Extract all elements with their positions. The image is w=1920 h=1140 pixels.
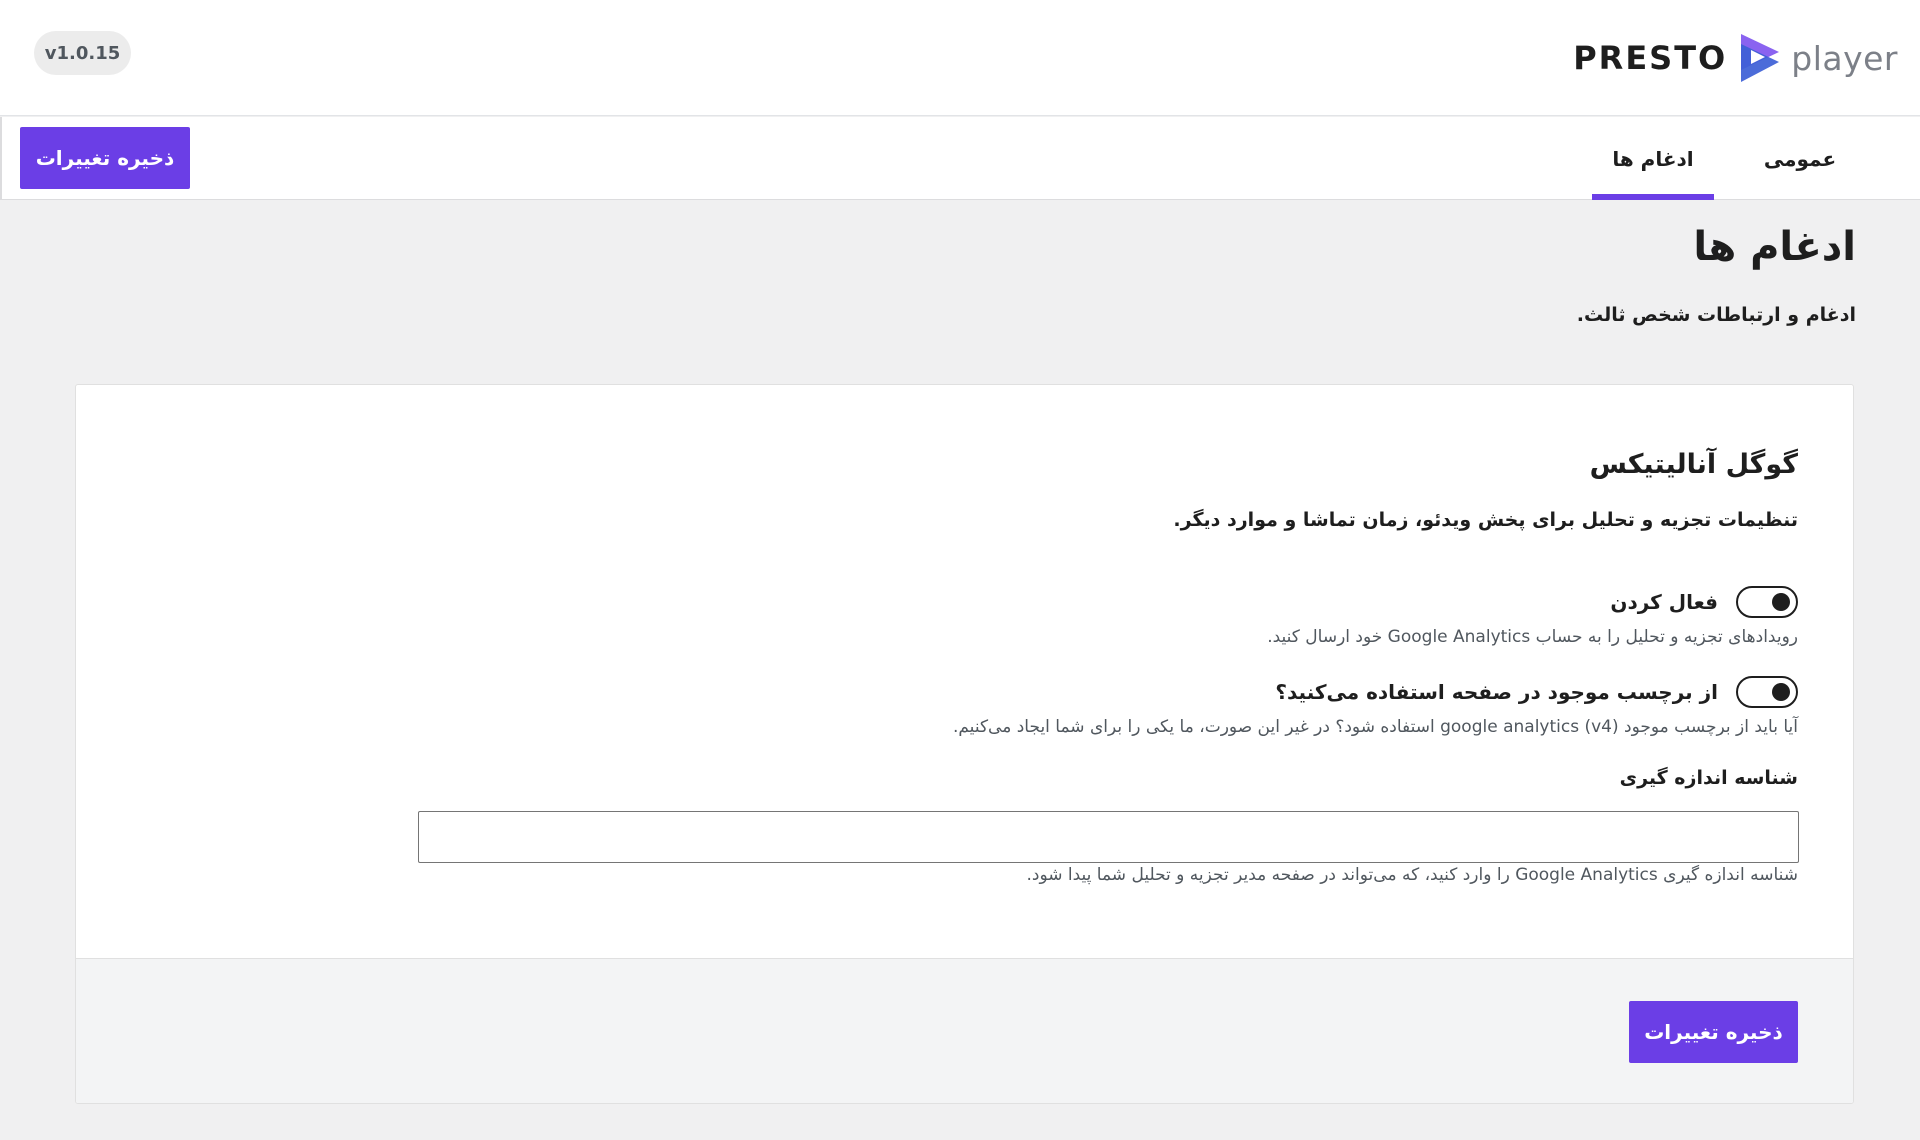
google-analytics-card: گوگل آنالیتیکس تنظیمات تجزیه و تحلیل برا… xyxy=(75,384,1854,1104)
save-changes-button-top[interactable]: ذخیره تغییرات xyxy=(20,127,190,189)
presto-player-logo: PRESTO player xyxy=(1573,30,1898,86)
page-subtitle: ادغام و ارتباطات شخص ثالث. xyxy=(1576,304,1856,326)
logo-text-player: player xyxy=(1791,38,1898,78)
section-description: تنظیمات تجزیه و تحلیل برای پخش ویدئو، زم… xyxy=(1173,509,1798,531)
tab-integrations[interactable]: ادغام ها xyxy=(1592,117,1714,200)
measurement-id-label: شناسه اندازه گیری xyxy=(1619,767,1798,789)
save-changes-button-bottom[interactable]: ذخیره تغییرات xyxy=(1629,1001,1798,1063)
card-footer: ذخیره تغییرات xyxy=(76,958,1853,1103)
top-header: v1.0.15 PRESTO player xyxy=(0,0,1920,116)
existing-tag-toggle-row: از برچسب موجود در صفحه استفاده می‌کنید؟ xyxy=(1275,675,1798,709)
presto-play-logo-icon xyxy=(1741,34,1780,82)
existing-tag-help-text: آیا باید از برچسب موجود google analytics… xyxy=(952,717,1798,737)
measurement-id-input[interactable] xyxy=(418,811,1799,863)
toggle-knob xyxy=(1772,683,1790,701)
version-badge: v1.0.15 xyxy=(34,31,131,75)
existing-tag-label: از برچسب موجود در صفحه استفاده می‌کنید؟ xyxy=(1275,680,1718,704)
enable-toggle[interactable] xyxy=(1736,586,1798,618)
section-title: گوگل آنالیتیکس xyxy=(1589,449,1798,480)
existing-tag-toggle[interactable] xyxy=(1736,676,1798,708)
enable-label: فعال کردن xyxy=(1610,590,1718,614)
enable-toggle-row: فعال کردن xyxy=(1610,585,1798,619)
tab-bar: ذخیره تغییرات عمومی ادغام ها xyxy=(0,117,1920,200)
page-title: ادغام ها xyxy=(1693,224,1856,270)
tab-general[interactable]: عمومی xyxy=(1740,117,1860,200)
measurement-id-help-text: شناسه اندازه گیری Google Analytics را وا… xyxy=(1026,865,1798,885)
toggle-knob xyxy=(1772,593,1790,611)
enable-help-text: رویدادهای تجزیه و تحلیل را به حساب Googl… xyxy=(1267,627,1798,647)
logo-text-presto: PRESTO xyxy=(1573,39,1728,77)
